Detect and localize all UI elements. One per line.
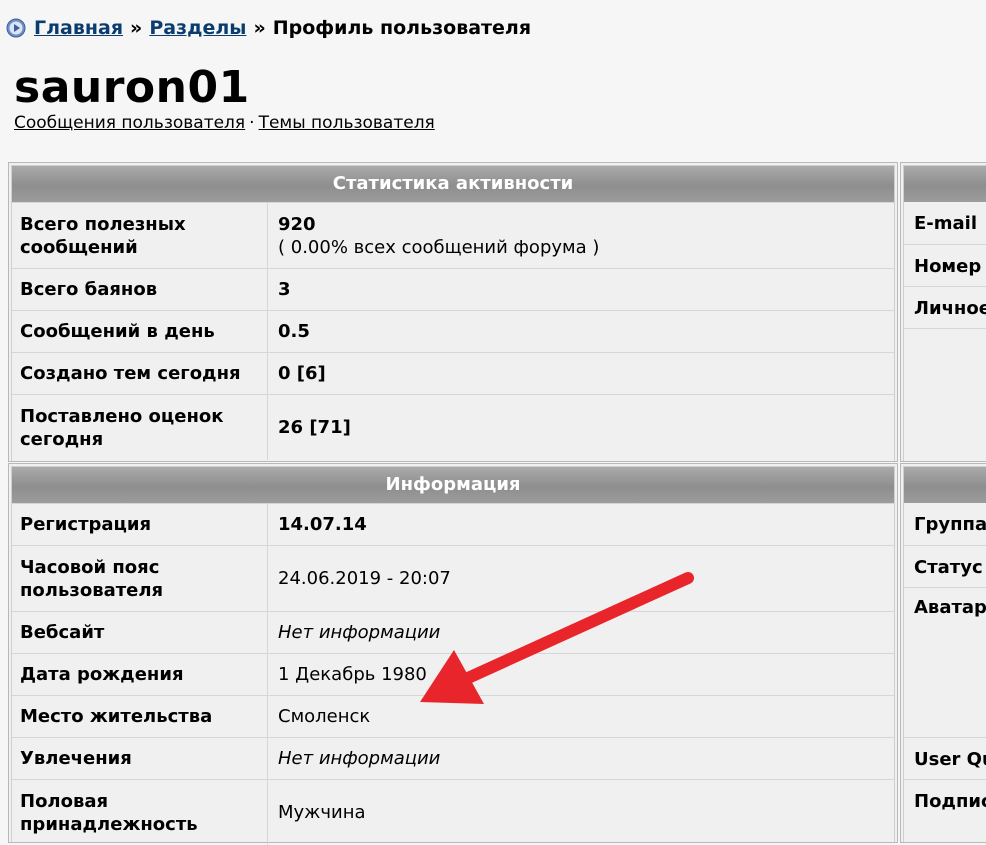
page-title: sauron01 (14, 62, 250, 113)
contacts-panel-header (904, 166, 986, 202)
group-row-group: Группа (904, 503, 986, 545)
stats-panel-inner: Статистика активности Всего полезных соо… (11, 165, 895, 461)
row-label: Регистрация (12, 504, 268, 545)
breadcrumb-current: Профиль пользователя (272, 17, 532, 39)
row-value: 920 ( 0.00% всех сообщений форума ) (268, 203, 894, 268)
row-value: Мужчина (278, 802, 366, 823)
play-circle-icon (6, 18, 26, 38)
row-label: Подпис (914, 790, 986, 812)
info-row-location: Место жительства Смоленск (12, 695, 894, 737)
info-panel-header: Информация (12, 467, 894, 503)
row-label: Создано тем сегодня (12, 353, 268, 394)
user-sublinks: Сообщения пользователя · Темы пользователя (14, 113, 435, 133)
stats-row-per-day: Сообщений в день 0.5 (12, 310, 894, 352)
info-row-website: Вебсайт Нет информации (12, 611, 894, 653)
user-messages-link[interactable]: Сообщения пользователя (14, 113, 245, 133)
row-label: E-mail (914, 212, 978, 234)
group-panel-inner: Группа Статус Аватар User Qu Подпис (903, 466, 986, 842)
row-label: Всего полезных сообщений (12, 203, 268, 268)
group-panel: Группа Статус Аватар User Qu Подпис (900, 463, 986, 843)
group-row-user-quote: User Qu (904, 737, 986, 780)
row-label: Вебсайт (12, 612, 268, 653)
row-label: Место жительства (12, 696, 268, 737)
row-label: Поставлено оценок сегодня (12, 395, 268, 460)
row-value: 24.06.2019 - 20:07 (278, 568, 451, 589)
group-row-status: Статус (904, 545, 986, 588)
info-row-timezone: Часовой пояс пользователя 24.06.2019 - 2… (12, 545, 894, 611)
row-value: 1 Декабрь 1980 (278, 664, 427, 685)
row-label: Статус (914, 556, 983, 578)
contacts-row-empty (904, 328, 986, 465)
contacts-row-email: E-mail (904, 202, 986, 244)
row-label: Половая принадлежность (12, 780, 268, 845)
link-separator: · (249, 113, 255, 133)
row-label: Сообщений в день (12, 311, 268, 352)
row-label: Номер (914, 255, 982, 277)
group-panel-header (904, 467, 986, 503)
row-label: Аватар (914, 597, 986, 618)
row-label: Группа (914, 513, 986, 535)
contacts-row-private: Личное (904, 286, 986, 329)
info-row-registration: Регистрация 14.07.14 (12, 503, 894, 545)
stats-panel: Статистика активности Всего полезных соо… (8, 162, 898, 462)
row-value: 0 [6] (278, 363, 326, 384)
info-row-interests: Увлечения Нет информации (12, 737, 894, 779)
breadcrumb: Главная » Разделы » Профиль пользователя (6, 14, 531, 42)
row-label: Часовой пояс пользователя (12, 546, 268, 611)
info-row-birthday: Дата рождения 1 Декабрь 1980 (12, 653, 894, 695)
stats-row-topics-today: Создано тем сегодня 0 [6] (12, 352, 894, 394)
row-label: User Qu (914, 748, 986, 770)
row-label: Дата рождения (12, 654, 268, 695)
contacts-panel-inner: E-mail Номер Личное (903, 165, 986, 461)
row-label: Увлечения (12, 738, 268, 779)
contacts-panel: E-mail Номер Личное (900, 162, 986, 462)
row-value: 26 [71] (278, 417, 351, 438)
breadcrumb-separator: » (253, 17, 266, 39)
row-label: Всего баянов (12, 269, 268, 310)
row-value: Смоленск (278, 706, 371, 727)
stats-row-posts: Всего полезных сообщений 920 ( 0.00% все… (12, 202, 894, 268)
info-row-gender: Половая принадлежность Мужчина (12, 779, 894, 845)
stats-panel-header: Статистика активности (12, 166, 894, 202)
breadcrumb-home-link[interactable]: Главная (34, 17, 123, 39)
row-value: Нет информации (278, 748, 441, 769)
posts-share: ( 0.00% всех сообщений форума ) (278, 236, 600, 258)
breadcrumb-separator: » (130, 17, 143, 39)
user-topics-link[interactable]: Темы пользователя (259, 113, 435, 133)
group-row-signature: Подпис (904, 779, 986, 822)
info-panel: Информация Регистрация 14.07.14 Часовой … (8, 463, 898, 845)
row-label: Личное (914, 297, 986, 319)
posts-count: 920 (278, 213, 316, 235)
group-row-avatar: Аватар (904, 587, 986, 737)
info-panel-inner: Информация Регистрация 14.07.14 Часовой … (11, 466, 895, 845)
row-value: 0.5 (278, 321, 310, 342)
row-value: 3 (278, 279, 291, 300)
breadcrumb-sections-link[interactable]: Разделы (149, 17, 246, 39)
contacts-row-number: Номер (904, 244, 986, 287)
stats-row-bayans: Всего баянов 3 (12, 268, 894, 310)
row-value: 14.07.14 (278, 514, 367, 535)
row-value: Нет информации (278, 622, 441, 643)
stats-row-ratings-today: Поставлено оценок сегодня 26 [71] (12, 394, 894, 460)
